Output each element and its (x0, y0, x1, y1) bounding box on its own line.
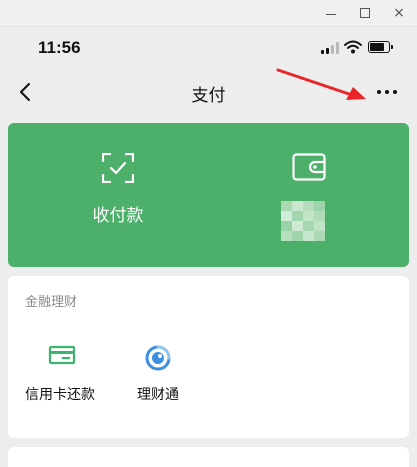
finance-section-title: 金融理财 (25, 295, 78, 310)
receive-pay-button[interactable]: 收付款 (18, 123, 218, 267)
wallet-icon (292, 153, 326, 181)
more-dots-icon (377, 90, 381, 94)
status-time: 11:56 (38, 38, 81, 57)
blurred-balance (281, 201, 325, 241)
licaitong-label: 理财通 (137, 387, 179, 403)
signal-icon (321, 42, 339, 54)
close-icon: × (393, 5, 405, 21)
licaitong-button[interactable]: 理财通 (104, 336, 214, 416)
next-section-card (8, 447, 409, 467)
more-options-button[interactable] (370, 80, 404, 104)
credit-card-repay-button[interactable]: 信用卡还款 (8, 336, 118, 416)
receive-pay-label: 收付款 (92, 206, 144, 226)
red-arrow-annotation (276, 68, 366, 100)
finance-card: 金融理财 信用卡还款 理财通 (8, 276, 409, 438)
battery-icon (368, 41, 393, 53)
wallet-button[interactable] (208, 123, 408, 267)
status-bar: 11:56 (0, 26, 417, 70)
scan-check-icon (102, 153, 134, 183)
window-titlebar: × (0, 0, 417, 27)
maximize-icon (360, 8, 370, 18)
credit-card-repay-label: 信用卡还款 (25, 387, 95, 403)
credit-card-icon (48, 345, 76, 365)
minimize-icon (326, 13, 336, 15)
pay-card: 收付款 (8, 123, 409, 267)
licaitong-icon (145, 345, 171, 371)
window-minimize-button[interactable] (316, 0, 346, 26)
window-close-button[interactable]: × (384, 0, 414, 26)
wifi-icon (344, 40, 362, 54)
window-maximize-button[interactable] (350, 0, 380, 26)
